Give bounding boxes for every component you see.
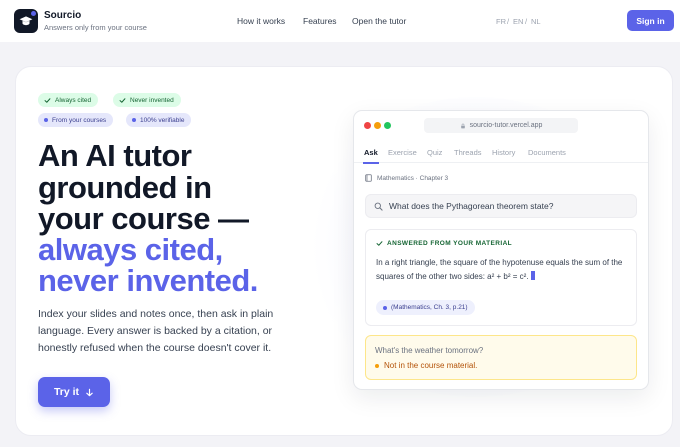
tab-threads[interactable]: Threads [454, 148, 482, 157]
logo-accent-dot [31, 11, 36, 16]
hero-subtitle: Index your slides and notes once, then a… [38, 308, 274, 354]
headline-accent-2: never invented. [38, 263, 258, 298]
course-selector[interactable]: Mathematics · Chapter 3 [365, 174, 448, 182]
arrow-down-icon [86, 388, 93, 396]
headline-line-3: your course — [38, 201, 249, 236]
book-icon [365, 174, 372, 182]
sign-in-button[interactable]: Sign in [627, 10, 674, 31]
badge-label: 100% verifiable [140, 116, 185, 124]
lang-en[interactable]: EN [513, 17, 523, 26]
citation-chip[interactable]: (Mathematics, Ch. 3, p.21) [376, 300, 475, 315]
try-it-label: Try it [53, 386, 80, 398]
citation-label: (Mathematics, Ch. 3, p.21) [391, 304, 468, 311]
nav-open-tutor[interactable]: Open the tutor [352, 16, 406, 26]
window-close-dot [364, 122, 371, 129]
check-icon [119, 97, 126, 103]
url-text: sourcio-tutor.vercel.app [469, 122, 543, 129]
refused-answer: Not in the course material. [375, 361, 477, 370]
check-icon [376, 241, 383, 246]
question-text: What does the Pythagorean theorem state? [389, 201, 554, 211]
try-it-button[interactable]: Try it [38, 377, 110, 407]
tutor-tabs: Ask Exercise Quiz Threads History Docume… [354, 143, 648, 164]
tab-documents[interactable]: Documents [528, 148, 566, 157]
tutor-demo-window: sourcio-tutor.vercel.app Ask Exercise Qu… [353, 110, 649, 390]
answer-text: In a right triangle, the square of the h… [376, 258, 623, 281]
brand-name: Sourcio [44, 10, 82, 21]
lang-separator: / [525, 17, 528, 26]
tab-exercise[interactable]: Exercise [388, 148, 417, 157]
window-maximize-dot [384, 122, 391, 129]
lock-icon [460, 123, 465, 128]
bullet-dot [132, 118, 136, 122]
logo[interactable] [14, 9, 38, 33]
active-tab-indicator [363, 162, 379, 164]
badge-from-courses: From your courses [38, 113, 114, 127]
answer-body: In a right triangle, the square of the h… [376, 256, 634, 284]
badge-always-cited: Always cited [38, 93, 99, 107]
nav-features[interactable]: Features [303, 16, 337, 26]
tab-ask[interactable]: Ask [364, 148, 378, 157]
badge-never-invented: Never invented [113, 93, 181, 107]
badge-label: From your courses [52, 116, 107, 124]
badge-label: Never invented [130, 96, 174, 104]
answer-header: ANSWERED FROM YOUR MATERIAL [376, 240, 512, 247]
warning-dot [375, 363, 379, 368]
search-icon [374, 202, 383, 211]
lang-fr[interactable]: FR [496, 17, 506, 26]
typing-cursor [530, 271, 535, 280]
tab-history[interactable]: History [492, 148, 515, 157]
refused-answer-label: Not in the course material. [384, 361, 478, 370]
question-input[interactable]: What does the Pythagorean theorem state? [365, 194, 637, 218]
brand-tagline: Answers only from your course [44, 23, 147, 32]
badge-verifiable: 100% verifiable [126, 113, 192, 127]
course-label: Mathematics · Chapter 3 [377, 174, 449, 182]
nav-how-it-works[interactable]: How it works [237, 16, 285, 26]
check-icon [44, 97, 51, 103]
badge-label: Always cited [55, 96, 92, 104]
answer-header-label: ANSWERED FROM YOUR MATERIAL [387, 240, 513, 247]
window-minimize-dot [374, 122, 381, 129]
graduation-cap-icon [19, 16, 33, 26]
lang-nl[interactable]: NL [531, 17, 541, 26]
headline-line-1: An AI tutor [38, 138, 192, 173]
refused-answer-card: What's the weather tomorrow? Not in the … [365, 335, 637, 380]
top-header: Sourcio Answers only from your course Ho… [0, 0, 680, 42]
bullet-dot [383, 305, 387, 310]
headline-line-2: grounded in [38, 170, 212, 205]
headline-accent-1: always cited, [38, 232, 223, 267]
answer-card: ANSWERED FROM YOUR MATERIAL In a right t… [365, 229, 637, 326]
bullet-dot [44, 118, 48, 122]
tab-quiz[interactable]: Quiz [427, 148, 442, 157]
url-bar: sourcio-tutor.vercel.app [424, 118, 578, 133]
lang-separator: / [507, 17, 510, 26]
refused-question: What's the weather tomorrow? [375, 346, 484, 355]
